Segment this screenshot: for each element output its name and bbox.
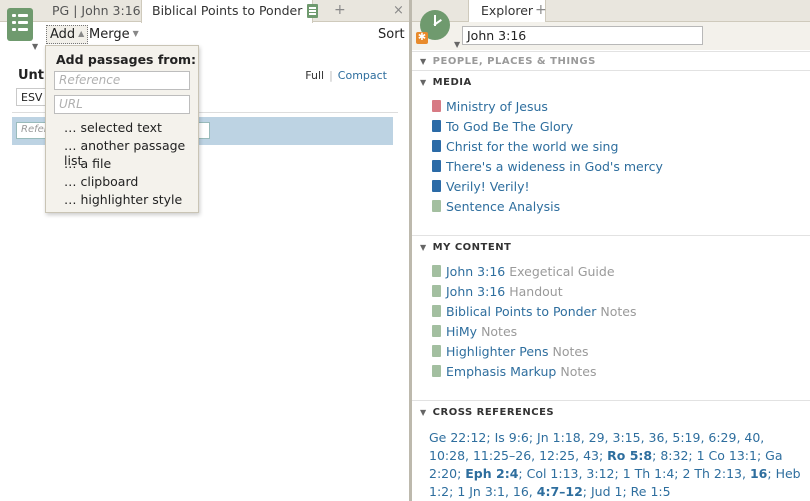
sort-button[interactable]: Sort [378, 27, 405, 42]
document-icon [432, 200, 441, 212]
document-icon [432, 265, 441, 277]
cross-reference-link[interactable]: Re 1:5 [631, 484, 671, 499]
chevron-down-icon: ▼ [32, 42, 39, 51]
content-item[interactable]: Emphasis Markup Notes [432, 364, 596, 379]
cross-references-list: Ge 22:12; Is 9:6; Jn 1:18, 29, 3:15, 36,… [429, 430, 801, 499]
merge-menu-button[interactable]: Merge ▼ [89, 27, 139, 42]
media-item-wideness-in-gods-mercy[interactable]: There's a wideness in God's mercy [432, 159, 663, 174]
cross-reference-link[interactable]: 2 Th 2:13, [682, 466, 746, 481]
cross-reference-link[interactable]: Col 1:13, 3:12 [527, 466, 615, 481]
url-field[interactable]: URL [54, 95, 190, 114]
right-tab-bar: Explorer + [412, 0, 810, 23]
passage-list-icon[interactable] [307, 4, 318, 18]
notes-icon [432, 325, 441, 337]
content-item[interactable]: John 3:16 Exegetical Guide [432, 264, 615, 279]
media-item-ministry-of-jesus[interactable]: Ministry of Jesus [432, 99, 548, 114]
star-badge-icon: ✱ [416, 32, 428, 44]
cross-reference-link[interactable]: Ro 5:8 [607, 448, 652, 463]
content-item[interactable]: John 3:16 Handout [432, 284, 563, 299]
dropdown-title: Add passages from: [56, 52, 197, 67]
media-item-christ-for-the-world[interactable]: Christ for the world we sing [432, 139, 618, 154]
cross-reference-link[interactable]: Jud 1 [591, 484, 622, 499]
divider [412, 51, 810, 52]
notes-icon [432, 305, 441, 317]
chevron-down-icon: ▼ [132, 29, 139, 38]
menu-item-clipboard[interactable]: … clipboard [64, 174, 138, 189]
view-toggle: Full | Compact [305, 69, 387, 82]
book-icon [432, 120, 441, 132]
collapse-triangle-icon: ▼ [420, 243, 427, 252]
reference-field[interactable]: Reference [54, 71, 190, 90]
add-passages-dropdown: Add passages from: Reference URL … selec… [45, 45, 199, 213]
media-item-to-god-be-the-glory[interactable]: To God Be The Glory [432, 119, 573, 134]
full-view-link[interactable]: Full [305, 69, 324, 82]
passage-list-app-icon[interactable]: ▼ [2, 4, 40, 51]
explorer-clock-icon[interactable]: ✱ ▼ [416, 8, 460, 49]
notes-icon [432, 365, 441, 377]
compact-view-link[interactable]: Compact [338, 69, 387, 82]
menu-item-selected-text[interactable]: … selected text [64, 120, 162, 135]
tab-pg-john-3-16[interactable]: PG | John 3:16 [42, 0, 152, 22]
media-item-verily-verily[interactable]: Verily! Verily! [432, 179, 530, 194]
tab-biblical-points-to-ponder[interactable]: Biblical Points to Ponder [141, 0, 314, 23]
chevron-down-icon: ▼ [454, 40, 461, 49]
book-icon [432, 180, 441, 192]
content-item[interactable]: Biblical Points to Ponder Notes [432, 304, 637, 319]
section-my-content[interactable]: ▼ MY CONTENT [420, 242, 511, 253]
content-item[interactable]: HiMy Notes [432, 324, 517, 339]
collapse-triangle-icon: ▼ [420, 57, 427, 66]
section-media[interactable]: ▼ MEDIA [420, 77, 472, 88]
left-toolbar: Add ▲ Merge ▼ Sort [42, 24, 409, 46]
reference-input[interactable]: John 3:16 [462, 26, 703, 45]
left-tab-bar: PG | John 3:16 Biblical Points to Ponder… [0, 0, 409, 23]
passage-list-panel: PG | John 3:16 Biblical Points to Ponder… [0, 0, 409, 501]
close-panel-button[interactable]: × [393, 0, 404, 22]
view-separator: | [329, 69, 333, 82]
section-people-places-things[interactable]: ▼ PEOPLE, PLACES & THINGS [420, 56, 596, 67]
cross-reference-link[interactable]: 1 Th 1:4 [623, 466, 675, 481]
divider [412, 400, 810, 401]
cross-reference-link[interactable]: 4:7–12 [537, 484, 583, 499]
media-item-sentence-analysis[interactable]: Sentence Analysis [432, 199, 560, 214]
slides-icon [432, 100, 441, 112]
book-icon [432, 160, 441, 172]
add-tab-button[interactable]: + [535, 0, 547, 22]
content-item[interactable]: Highlighter Pens Notes [432, 344, 589, 359]
section-cross-references[interactable]: ▼ CROSS REFERENCES [420, 407, 554, 418]
book-icon [432, 140, 441, 152]
handout-icon [432, 285, 441, 297]
menu-item-highlighter-style[interactable]: … highlighter style [64, 192, 182, 207]
divider [412, 235, 810, 236]
cross-reference-link[interactable]: 16 [750, 466, 767, 481]
cross-reference-link[interactable]: Ge 22:12 [429, 430, 486, 445]
cross-reference-link[interactable]: 8:32 [660, 448, 688, 463]
cross-reference-link[interactable]: 1 Jn 3:1, 16, [457, 484, 532, 499]
explorer-panel: Explorer + ✱ ▼ John 3:16 ▼ PEOPLE, PLACES… [412, 0, 810, 501]
divider [412, 70, 810, 71]
cross-reference-link[interactable]: Is 9:6 [495, 430, 529, 445]
collapse-triangle-icon: ▼ [420, 408, 427, 417]
add-tab-button[interactable]: + [334, 0, 346, 22]
menu-item-a-file[interactable]: … a file [64, 156, 111, 171]
cross-reference-link[interactable]: 1 Co 13:1 [697, 448, 757, 463]
notes-icon [432, 345, 441, 357]
chevron-up-icon: ▲ [78, 29, 85, 38]
collapse-triangle-icon: ▼ [420, 78, 427, 87]
add-menu-button[interactable]: Add ▲ [46, 25, 89, 44]
cross-reference-link[interactable]: Eph 2:4 [465, 466, 518, 481]
